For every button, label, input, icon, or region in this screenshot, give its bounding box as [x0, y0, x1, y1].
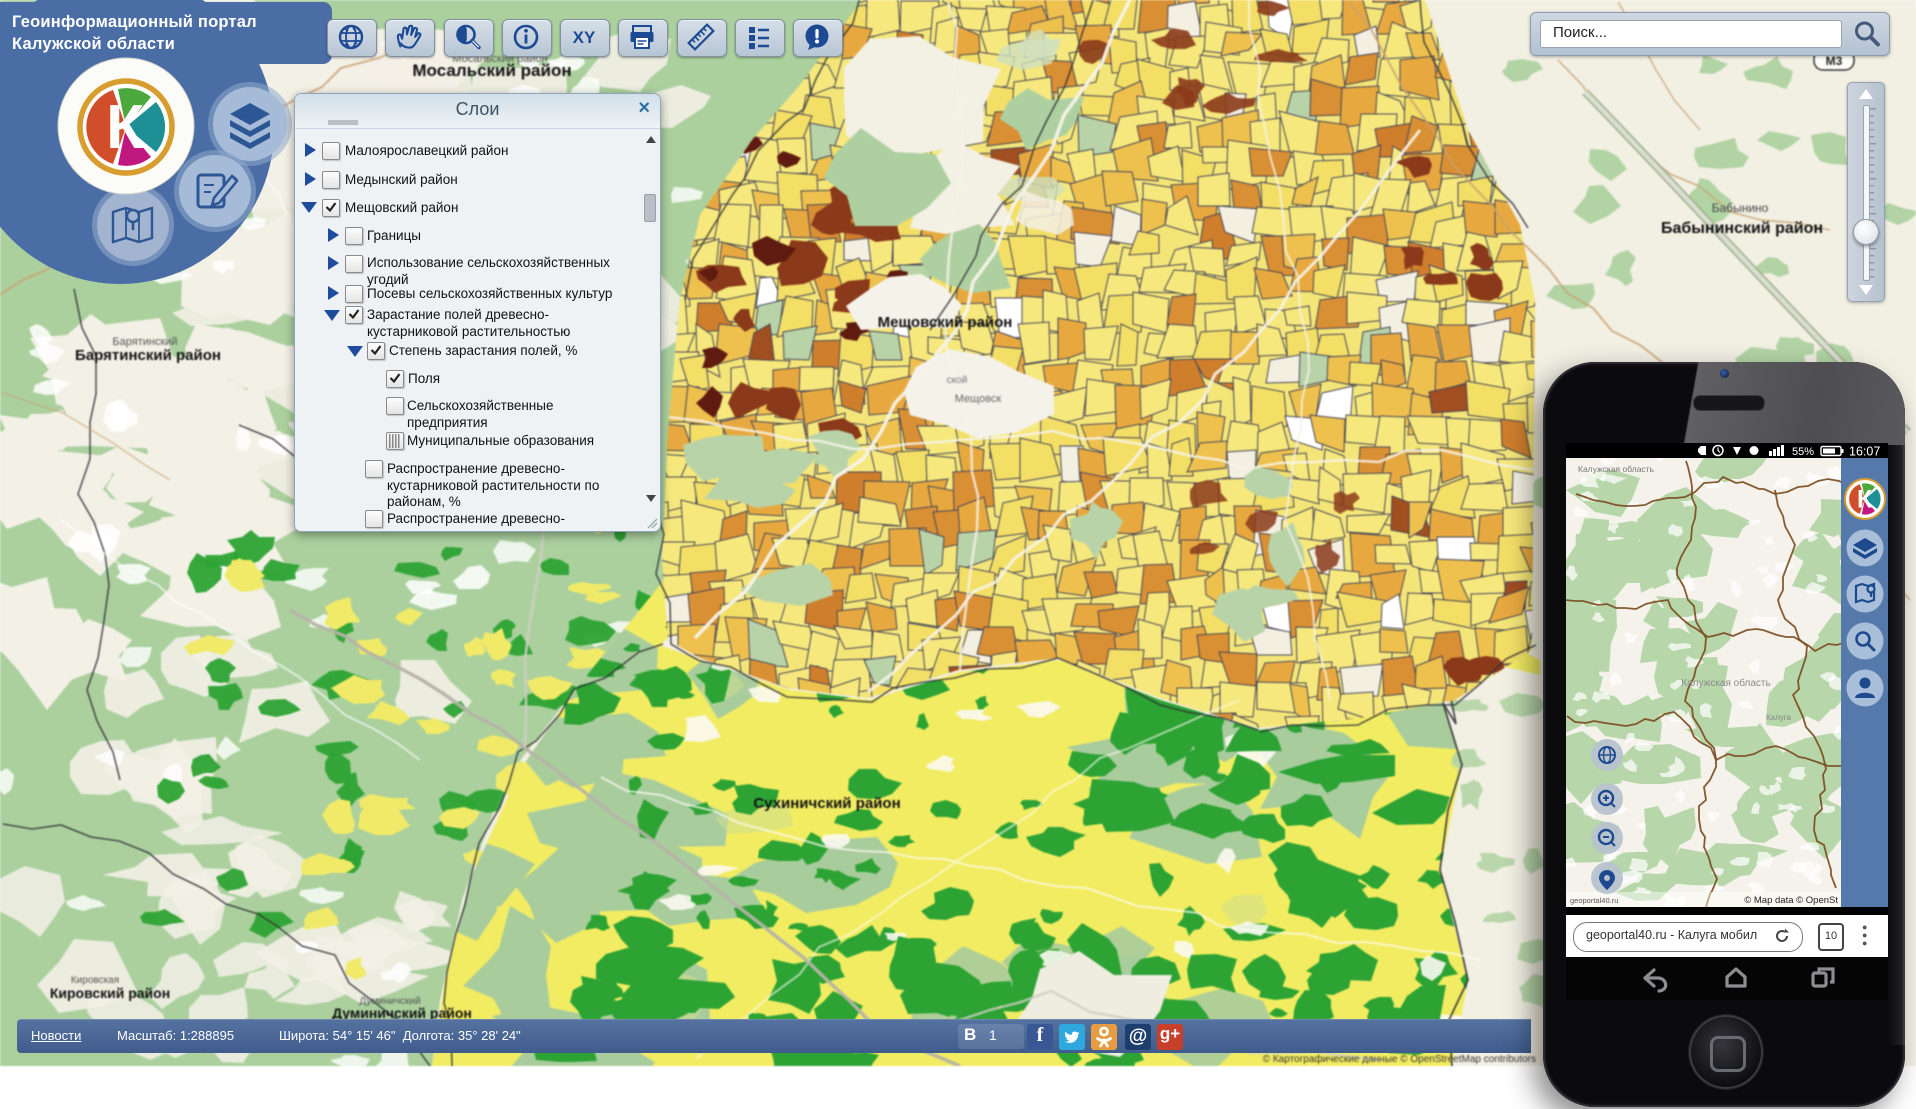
- svg-text:Думиничский: Думиничский: [359, 996, 420, 1007]
- svg-text:К: К: [1857, 486, 1873, 513]
- svg-text:Калужская область: Калужская область: [1681, 677, 1770, 689]
- svg-text:Мещовский район: Мещовский район: [878, 314, 1013, 331]
- svg-text:16:07: 16:07: [1849, 445, 1880, 459]
- svg-text:Мещовск: Мещовск: [955, 393, 1002, 405]
- svg-text:XY: XY: [573, 28, 596, 47]
- svg-text:© Map data © OpenSt: © Map data © OpenSt: [1744, 895, 1838, 906]
- svg-text:Сухиничский район: Сухиничский район: [753, 795, 900, 812]
- svg-text:Кировский район: Кировский район: [50, 985, 170, 1001]
- svg-text:Барятинский: Барятинский: [112, 336, 177, 348]
- svg-text:ской: ской: [947, 375, 968, 386]
- svg-text:Бабынино: Бабынино: [1712, 201, 1769, 215]
- svg-text:Бабынинский район: Бабынинский район: [1661, 220, 1823, 237]
- svg-text:Кировская: Кировская: [71, 975, 119, 986]
- svg-text:55%: 55%: [1792, 446, 1814, 458]
- svg-text:© Картографические данные © Op: © Картографические данные © OpenStreetMa…: [1263, 1053, 1536, 1065]
- svg-text:Барятинский район: Барятинский район: [75, 347, 221, 364]
- svg-text:К: К: [106, 93, 144, 162]
- svg-text:М3: М3: [1826, 54, 1843, 68]
- svg-text:Калуга: Калуга: [1766, 713, 1792, 722]
